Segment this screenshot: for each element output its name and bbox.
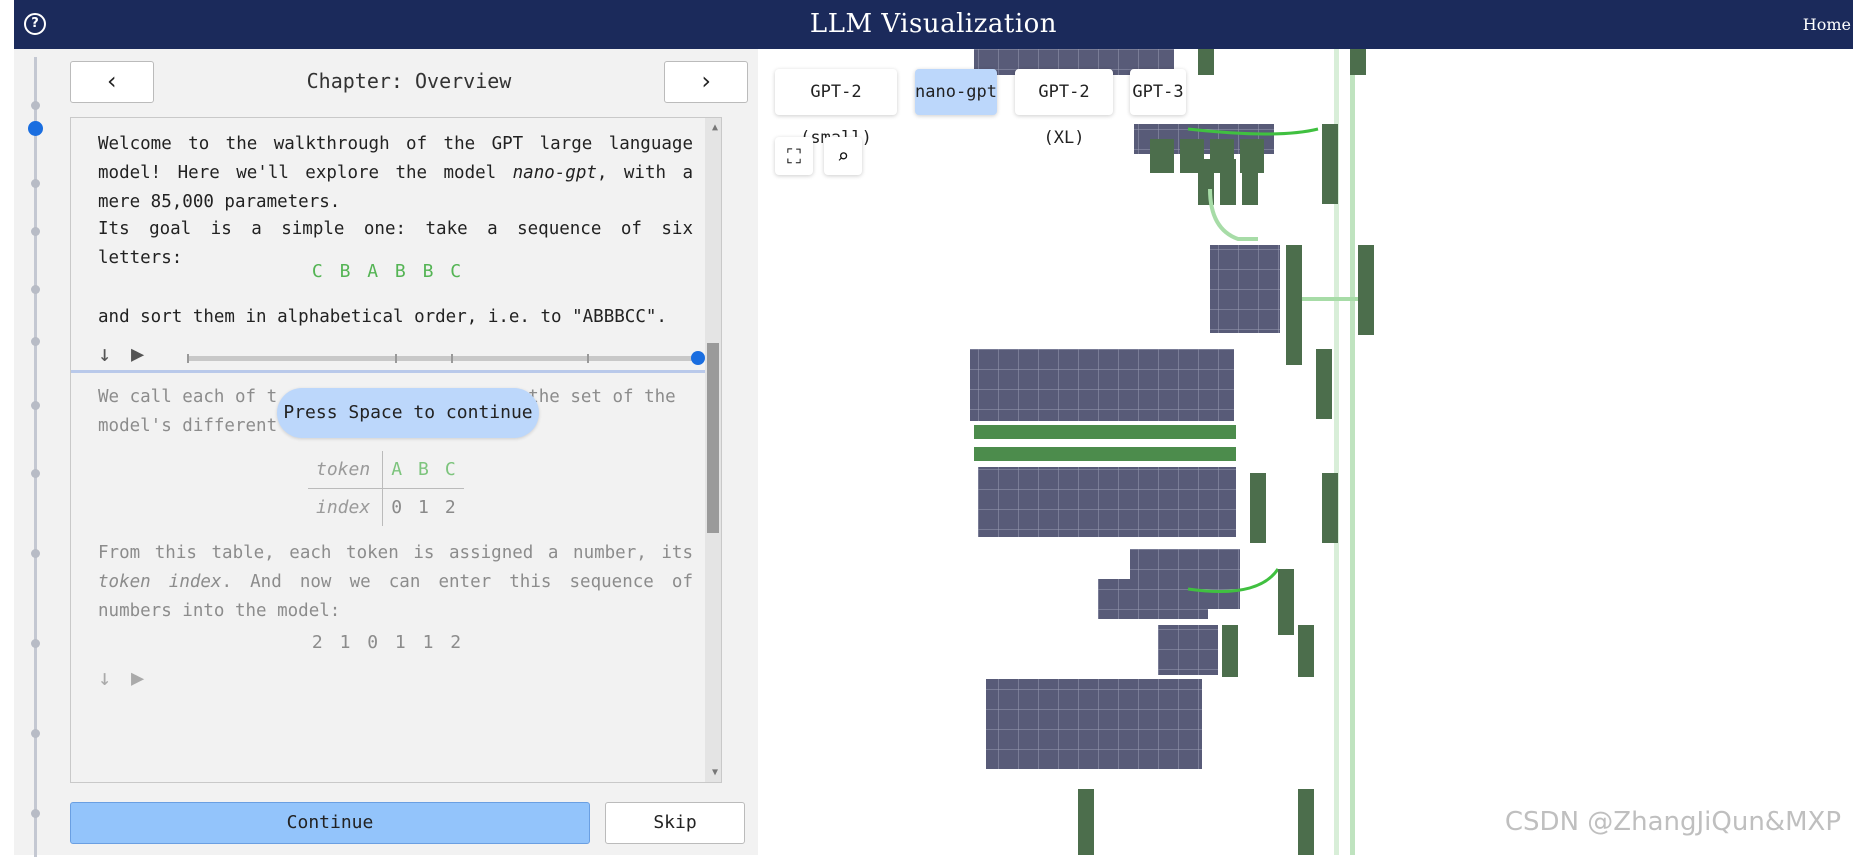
slider-tick: [587, 354, 589, 363]
app-title: LLM Visualization: [809, 9, 1058, 39]
token-header: token: [308, 451, 384, 489]
token-table: token A B C index 0 1 2: [308, 451, 464, 526]
model-tab-gpt2-small[interactable]: GPT-2 (small): [775, 69, 897, 148]
scrollbar[interactable]: ▲ ▼: [705, 118, 721, 782]
continue-hint-tooltip: Press Space to continue: [277, 388, 539, 438]
second-attention-block: [986, 549, 1314, 855]
slider-tick: [451, 354, 453, 363]
token-index-emphasis: token index: [98, 572, 222, 592]
timeline-step[interactable]: [31, 227, 40, 236]
timeline-step[interactable]: [31, 179, 40, 188]
arrow-down-icon[interactable]: ↓: [98, 342, 111, 367]
table-cell: A: [382, 451, 411, 489]
scroll-up-icon[interactable]: ▲: [712, 122, 718, 133]
intro-paragraph: Welcome to the walkthrough of the GPT la…: [98, 130, 693, 217]
vocab-text-a: We call each of t: [98, 387, 278, 407]
table-row: index 0 1 2: [308, 488, 464, 526]
index-text: From this table, each token is assigned …: [98, 543, 693, 563]
table-cell: 2: [444, 497, 456, 518]
table-cell: 1: [418, 497, 429, 518]
vocab-text-c: model's different: [98, 416, 278, 436]
play-icon[interactable]: ▶: [131, 666, 144, 691]
model-tab-gpt3[interactable]: GPT-3: [1130, 69, 1186, 115]
slider-knob[interactable]: [691, 351, 705, 365]
search-icon[interactable]: ⌕: [824, 137, 862, 175]
model-3d-render[interactable]: [758, 49, 1853, 855]
step-progress-slider[interactable]: [187, 351, 705, 365]
timeline-step[interactable]: [31, 337, 40, 346]
left-edge: [0, 0, 14, 855]
layernorm-block: [970, 349, 1338, 543]
table-cell: B: [410, 451, 437, 489]
table-row: token A B C: [308, 451, 464, 489]
table-cell: C: [436, 451, 464, 489]
index-paragraph: From this table, each token is assigned …: [98, 539, 693, 626]
slider-tick: [187, 354, 189, 363]
model-name-emphasis: nano-gpt: [512, 163, 597, 183]
model-tab-nano-gpt[interactable]: nano-gpt: [915, 69, 997, 115]
letter-sequence: C B A B B C: [311, 261, 465, 282]
chapter-timeline[interactable]: [14, 49, 60, 857]
continue-button[interactable]: Continue: [70, 802, 590, 844]
prev-chapter-button[interactable]: ‹: [70, 61, 154, 103]
timeline-step[interactable]: [31, 809, 40, 818]
skip-button[interactable]: Skip: [605, 802, 745, 844]
model-tab-gpt2-xl[interactable]: GPT-2 (XL): [1015, 69, 1113, 148]
play-icon[interactable]: ▶: [131, 342, 144, 367]
timeline-step[interactable]: [31, 469, 40, 478]
watermark: CSDN @ZhangJiQun&MXP: [1504, 807, 1841, 837]
model-visualization[interactable]: GPT-2 (small) nano-gpt GPT-2 (XL) GPT-3 …: [758, 49, 1853, 855]
home-link[interactable]: Home: [1803, 15, 1851, 34]
timeline-step[interactable]: [31, 285, 40, 294]
arrow-down-icon[interactable]: ↓: [98, 666, 111, 691]
timeline-step[interactable]: [31, 729, 40, 738]
sort-paragraph: and sort them in alphabetical order, i.e…: [98, 307, 667, 327]
timeline-step[interactable]: [31, 639, 40, 648]
timeline-step[interactable]: [31, 549, 40, 558]
index-header: index: [308, 488, 384, 526]
fullscreen-icon[interactable]: ⛶: [775, 137, 813, 175]
timeline-step[interactable]: [31, 401, 40, 410]
slider-tick: [395, 354, 397, 363]
timeline-current-step[interactable]: [28, 121, 43, 136]
table-cell: 0: [391, 497, 403, 518]
scroll-down-icon[interactable]: ▼: [712, 767, 718, 778]
timeline-step[interactable]: [31, 101, 40, 110]
attention-head-block: [1134, 124, 1338, 241]
section-divider: [71, 370, 705, 373]
walkthrough-panel: ‹ Chapter: Overview › Welcome to the wal…: [60, 49, 759, 855]
next-chapter-button[interactable]: ›: [664, 61, 748, 103]
walkthrough-content[interactable]: Welcome to the walkthrough of the GPT la…: [70, 117, 722, 783]
index-sequence: 2 1 0 1 1 2: [311, 632, 465, 653]
chapter-title: Chapter: Overview: [306, 69, 512, 93]
scrollbar-thumb[interactable]: [707, 343, 719, 533]
top-bar: ? LLM Visualization Home: [14, 0, 1853, 49]
mlp-block: [1210, 245, 1374, 365]
